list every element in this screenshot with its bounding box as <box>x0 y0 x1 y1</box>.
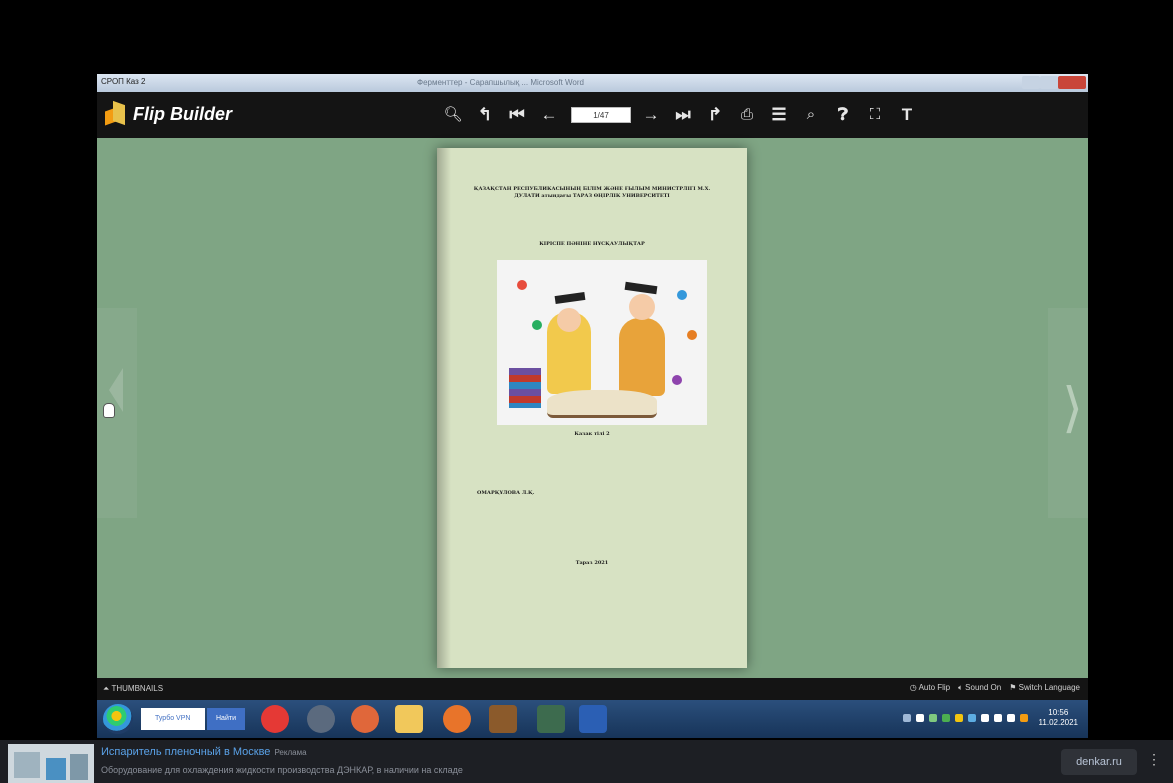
book-stage: ⟩ ҚАЗАҚСТАН РЕСПУБЛИКАСЫНЫҢ БІЛІМ ЖӘНЕ Ғ… <box>97 138 1088 678</box>
logo-icon <box>105 100 127 126</box>
tray-icon[interactable] <box>954 714 963 722</box>
tray-icon[interactable] <box>928 714 937 722</box>
app-icon[interactable] <box>537 705 565 733</box>
prev-page-icon[interactable]: ← <box>537 104 561 126</box>
auto-flip-label: Auto Flip <box>918 683 951 692</box>
flipbook-toolbar: Flip Builder 🔍︎ ↰ ⏮︎ ← 1/47 → ⏭︎ ↱ ⎙ ☰ ⌕… <box>97 92 1088 138</box>
folder-icon[interactable] <box>395 705 423 733</box>
settings-icon[interactable] <box>307 705 335 733</box>
taskbar-clock[interactable]: 10:56 11.02.2021 <box>1039 708 1078 728</box>
ad-title-text: Испаритель пленочный в Москве <box>101 746 271 758</box>
system-tray: 10:56 11.02.2021 <box>902 708 1078 728</box>
back-icon[interactable]: ↰ <box>473 104 497 126</box>
taskbar-find-button[interactable]: Найти <box>207 708 245 730</box>
help-icon[interactable]: ❓︎ <box>831 104 855 126</box>
ad-title[interactable]: Испаритель пленочный в Москве Реклама <box>101 746 307 758</box>
page-lecture-label: Казак тілі 2 <box>574 431 610 437</box>
switch-language-button[interactable]: ⚑ Switch Language <box>1009 683 1080 693</box>
window-title: Ферменттер - Сарапшылық ... Microsoft Wo… <box>417 78 584 87</box>
window-titlebar: СРОП Каз 2 Ферменттер - Сарапшылық ... M… <box>97 74 1088 92</box>
print-icon[interactable]: ⎙ <box>735 104 759 126</box>
prev-page-panel[interactable] <box>97 308 137 518</box>
tray-icon[interactable] <box>967 714 976 722</box>
clock-time: 10:56 <box>1048 708 1069 717</box>
tray-icon[interactable] <box>1006 714 1015 722</box>
next-arrow-icon: ⟩ <box>1062 378 1084 438</box>
yandex-icon[interactable] <box>261 705 289 733</box>
fullscreen-icon[interactable]: ⛶ <box>863 104 887 126</box>
page-course-title: КІРІСПЕ ПӘНІНЕ НҰСҚАУЛЫҚТАР <box>539 241 645 247</box>
thumbnails-label: THUMBNAILS <box>111 684 164 693</box>
search-icon[interactable]: ⌕ <box>799 104 823 126</box>
firefox-icon[interactable] <box>443 705 471 733</box>
page-university-heading: ҚАЗАҚСТАН РЕСПУБЛИКАСЫНЫҢ БІЛІМ ЖӘНЕ ҒЫЛ… <box>473 186 711 199</box>
more-options-icon[interactable]: ⋮ <box>1147 751 1161 768</box>
table-of-contents-icon[interactable]: ☰ <box>767 104 791 126</box>
text-icon[interactable]: T <box>895 104 919 126</box>
ad-description: Оборудование для охлаждения жидкости про… <box>101 765 463 775</box>
page-spine-shadow <box>437 148 451 668</box>
flipbook-statusbar: ⏶ THUMBNAILS ◷ Auto Flip 🔈︎ Sound On ⚑ S… <box>97 678 1088 700</box>
sound-button[interactable]: 🔈︎ Sound On <box>958 683 1001 693</box>
windows-taskbar: Турбо VPN Найти 10:56 11.02.2021 <box>97 700 1088 738</box>
tray-icon[interactable] <box>941 714 950 722</box>
tray-icon[interactable] <box>993 714 1002 722</box>
page-author: ОМАРҚҰЛОВА Л.Қ. <box>477 490 535 496</box>
start-button[interactable] <box>103 704 133 734</box>
language-label: Switch Language <box>1018 683 1080 692</box>
first-page-icon[interactable]: ⏮︎ <box>505 104 529 126</box>
thumbnails-button[interactable]: ⏶ THUMBNAILS <box>103 684 163 694</box>
flipbook-window: СРОП Каз 2 Ферменттер - Сарапшылық ... M… <box>97 74 1088 738</box>
ad-badge: Реклама <box>274 748 307 757</box>
toolbar-buttons: 🔍︎ ↰ ⏮︎ ← 1/47 → ⏭︎ ↱ ⎙ ☰ ⌕ ❓︎ ⛶ T <box>441 104 927 126</box>
tray-icon[interactable] <box>1019 714 1028 722</box>
media-player-icon[interactable] <box>351 705 379 733</box>
flip-builder-logo: Flip Builder <box>105 100 232 126</box>
close-button[interactable] <box>1058 76 1086 89</box>
sound-label: Sound On <box>965 683 1002 692</box>
students-illustration <box>497 260 707 425</box>
forward-icon[interactable]: ↱ <box>703 104 727 126</box>
maximize-button[interactable] <box>1040 76 1058 89</box>
ad-thumbnail[interactable] <box>8 744 94 783</box>
auto-flip-button[interactable]: ◷ Auto Flip <box>910 683 950 693</box>
window-app-title: СРОП Каз 2 <box>101 77 146 86</box>
ad-banner[interactable]: Испаритель пленочный в Москве Реклама Обо… <box>0 740 1173 783</box>
book-app-icon[interactable] <box>489 705 517 733</box>
page-number-input[interactable]: 1/47 <box>571 107 631 123</box>
hand-cursor-icon <box>103 403 115 418</box>
next-page-icon[interactable]: → <box>639 104 663 126</box>
tray-icon[interactable] <box>980 714 989 722</box>
last-page-icon[interactable]: ⏭︎ <box>671 104 695 126</box>
next-page-panel[interactable]: ⟩ <box>1048 308 1088 518</box>
logo-text: Flip Builder <box>133 103 232 124</box>
word-icon[interactable] <box>579 705 607 733</box>
clock-date: 11.02.2021 <box>1038 718 1078 727</box>
tray-icon[interactable] <box>915 714 924 722</box>
ad-domain-button[interactable]: denkar.ru <box>1061 749 1137 775</box>
minimize-button[interactable] <box>1022 76 1040 89</box>
book-page[interactable]: ҚАЗАҚСТАН РЕСПУБЛИКАСЫНЫҢ БІЛІМ ЖӘНЕ ҒЫЛ… <box>437 148 747 668</box>
page-place-year: Тараз 2021 <box>575 560 609 566</box>
tray-icon[interactable] <box>902 714 911 722</box>
taskbar-search-input[interactable]: Турбо VPN <box>141 708 205 730</box>
zoom-in-icon[interactable]: 🔍︎ <box>441 104 465 126</box>
